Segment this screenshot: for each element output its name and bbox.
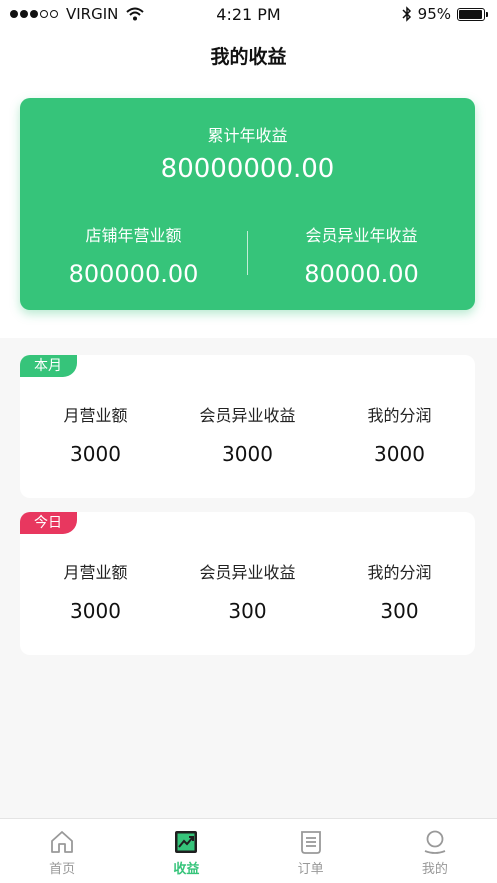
month-tag: 本月 bbox=[20, 355, 77, 377]
earnings-chart-icon bbox=[175, 831, 198, 853]
today-stats-card: 今日 月营业额 3000 会员异业收益 300 我的分润 300 bbox=[20, 512, 475, 655]
total-earnings-label: 累计年收益 bbox=[207, 126, 288, 145]
battery-percent: 95% bbox=[417, 5, 451, 23]
stat-column: 月营业额 3000 bbox=[20, 559, 171, 623]
home-icon bbox=[51, 831, 74, 853]
page-title: 我的收益 bbox=[210, 46, 287, 68]
status-bar: VIRGIN 4:21 PM 95% bbox=[0, 0, 497, 28]
stat-column: 我的分润 300 bbox=[324, 559, 475, 623]
profile-icon bbox=[424, 830, 446, 854]
tab-home[interactable]: 首页 bbox=[0, 819, 124, 883]
stat-label: 我的分润 bbox=[367, 406, 432, 425]
total-earnings-value: 80000000.00 bbox=[160, 154, 335, 184]
stat-label: 我的分润 bbox=[367, 563, 432, 582]
tab-bar: 首页 收益 订单 我的 bbox=[0, 818, 497, 883]
annual-summary-card: 累计年收益 80000000.00 店铺年营业额 800000.00 会员异业年… bbox=[20, 98, 475, 310]
bluetooth-icon bbox=[402, 6, 411, 22]
member-earnings-label: 会员异业年收益 bbox=[305, 226, 418, 245]
stat-value: 3000 bbox=[374, 442, 425, 466]
stat-label: 会员异业收益 bbox=[199, 563, 296, 582]
stat-value: 300 bbox=[380, 599, 419, 623]
store-revenue-value: 800000.00 bbox=[68, 260, 199, 288]
stat-column: 我的分润 3000 bbox=[324, 402, 475, 466]
today-tag: 今日 bbox=[20, 512, 77, 534]
tab-label: 我的 bbox=[421, 862, 448, 877]
battery-icon bbox=[457, 7, 488, 21]
stat-label: 月营业额 bbox=[63, 563, 128, 582]
member-earnings-block: 会员异业年收益 80000.00 bbox=[248, 222, 475, 288]
store-revenue-label: 店铺年营业额 bbox=[85, 226, 182, 245]
store-revenue-block: 店铺年营业额 800000.00 bbox=[20, 222, 247, 288]
tab-earnings[interactable]: 收益 bbox=[124, 819, 248, 883]
status-bar-right: 95% bbox=[402, 5, 488, 23]
stat-column: 会员异业收益 3000 bbox=[172, 402, 323, 466]
month-stats-card: 本月 月营业额 3000 会员异业收益 3000 我的分润 3000 bbox=[20, 355, 475, 498]
tab-label: 首页 bbox=[49, 862, 76, 877]
stat-column: 会员异业收益 300 bbox=[172, 559, 323, 623]
stat-value: 3000 bbox=[70, 442, 121, 466]
stat-column: 月营业额 3000 bbox=[20, 402, 171, 466]
stat-label: 会员异业收益 bbox=[199, 406, 296, 425]
stat-value: 3000 bbox=[222, 442, 273, 466]
tab-label: 订单 bbox=[297, 862, 324, 877]
stat-value: 300 bbox=[228, 599, 267, 623]
member-earnings-value: 80000.00 bbox=[304, 260, 419, 288]
stat-value: 3000 bbox=[70, 599, 121, 623]
tab-profile[interactable]: 我的 bbox=[373, 819, 497, 883]
tab-label: 收益 bbox=[173, 862, 200, 877]
order-list-icon bbox=[300, 831, 321, 854]
stat-label: 月营业额 bbox=[63, 406, 128, 425]
tab-orders[interactable]: 订单 bbox=[249, 819, 373, 883]
